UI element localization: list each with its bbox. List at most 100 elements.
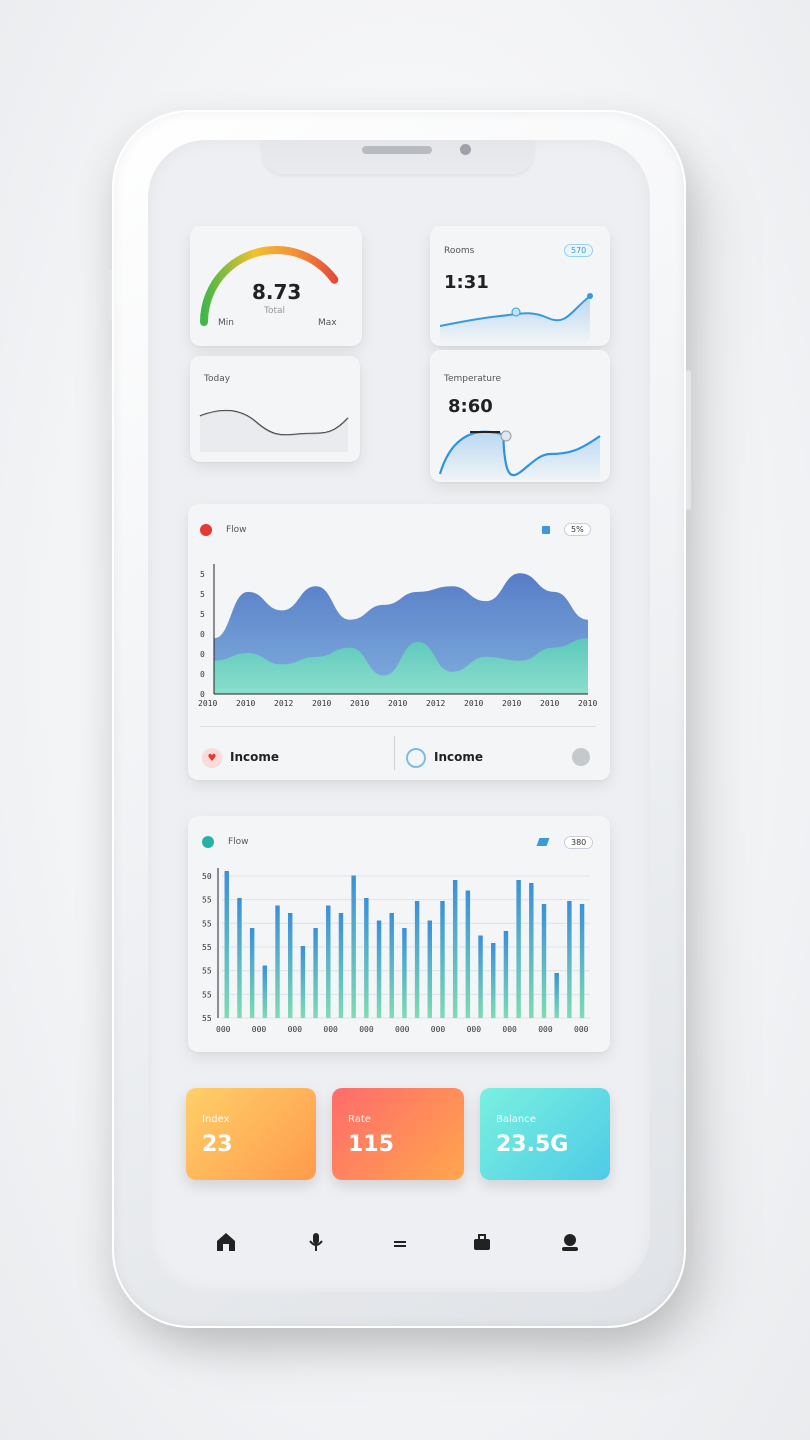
- y-tick-label: 55: [202, 943, 212, 952]
- briefcase-icon[interactable]: [468, 1228, 496, 1256]
- stat-label: Index: [202, 1114, 230, 1125]
- temperature-card[interactable]: Temperature 8:60: [430, 350, 610, 482]
- bar: [338, 913, 344, 1018]
- bar: [503, 931, 509, 1018]
- bar: [465, 890, 471, 1018]
- volume-button: [108, 360, 112, 440]
- x-tick-label: 2010: [540, 699, 559, 708]
- phone-screen: 8.73 Total Min Max Rooms 570 1:31 Today: [148, 140, 650, 1292]
- x-tick-label: 2010: [236, 699, 255, 708]
- speaker: [362, 146, 432, 154]
- x-tick-label: 000: [359, 1025, 374, 1034]
- area-chart-title: Flow: [226, 525, 247, 535]
- bar: [440, 901, 445, 1018]
- bar-chart-title: Flow: [228, 837, 249, 847]
- bar: [326, 905, 331, 1018]
- bar-chart-card[interactable]: Flow 380 50 55 55 55 55 55 55 000 000 000 000 000 00…: [188, 816, 610, 1052]
- bar: [402, 928, 407, 1018]
- gauge-max: Max: [318, 318, 337, 328]
- bar: [237, 898, 242, 1018]
- y-tick-label: 55: [202, 896, 212, 905]
- bar: [249, 928, 255, 1018]
- bar: [313, 928, 318, 1018]
- settings-icon[interactable]: [572, 748, 590, 766]
- bar: [541, 904, 547, 1018]
- area-chart-footer-divider: [394, 736, 395, 770]
- area-chart-card[interactable]: Flow 5% 5 5 5 0 0 0 0 2010 2010 2012 2010 2010 2010 2…: [188, 504, 610, 780]
- camera: [460, 144, 471, 155]
- stat-card-rate[interactable]: Rate 115: [332, 1088, 464, 1180]
- profile-icon[interactable]: [556, 1228, 584, 1256]
- stat-card-balance[interactable]: Balance 23.5G: [480, 1088, 610, 1180]
- area-chart-badge[interactable]: 5%: [564, 523, 591, 536]
- gauge-value: 8.73: [252, 280, 302, 304]
- bar: [567, 901, 572, 1018]
- x-tick-label: 2010: [312, 699, 331, 708]
- menu-icon[interactable]: [386, 1230, 414, 1258]
- x-tick-label: 2010: [198, 699, 217, 708]
- rooms-card[interactable]: Rooms 570 1:31: [430, 226, 610, 346]
- stat-value: 23.5G: [496, 1132, 569, 1157]
- bar: [554, 973, 559, 1018]
- x-tick-label: 000: [288, 1025, 303, 1034]
- mic-icon[interactable]: [302, 1228, 330, 1256]
- bar: [275, 905, 280, 1018]
- bar: [389, 913, 394, 1018]
- power-button: [686, 370, 691, 510]
- bar: [262, 965, 268, 1018]
- bar: [452, 880, 458, 1018]
- x-tick-label: 000: [467, 1025, 482, 1034]
- y-tick-label: 0: [200, 630, 205, 639]
- rooms-sparkline: [439, 293, 593, 344]
- today-sparkline: [199, 409, 349, 452]
- temperature-sparkline: [438, 430, 601, 480]
- x-tick-label: 000: [431, 1025, 446, 1034]
- x-tick-label: 000: [538, 1025, 553, 1034]
- y-tick-label: 5: [200, 570, 205, 579]
- x-tick-label: 2012: [274, 699, 293, 708]
- x-tick-label: 000: [252, 1025, 267, 1034]
- y-tick-label: 55: [202, 990, 212, 999]
- bar: [516, 880, 521, 1018]
- x-tick-label: 2010: [578, 699, 597, 708]
- bar: [364, 898, 369, 1018]
- bar: [300, 946, 306, 1018]
- stat-label: Rate: [348, 1114, 371, 1125]
- y-tick-label: 55: [202, 1014, 212, 1023]
- bar: [491, 943, 496, 1018]
- stat-value: 23: [202, 1132, 233, 1157]
- y-tick-label: 0: [200, 650, 205, 659]
- stat-card-index[interactable]: Index 23: [186, 1088, 316, 1180]
- stat-value: 115: [348, 1132, 394, 1157]
- gauge-min: Min: [218, 318, 234, 328]
- x-tick-label: 000: [323, 1025, 338, 1034]
- y-tick-label: 50: [202, 872, 212, 881]
- bar: [579, 904, 585, 1018]
- x-tick-label: 2010: [350, 699, 369, 708]
- y-tick-label: 55: [202, 919, 212, 928]
- gauge-card[interactable]: 8.73 Total Min Max: [190, 226, 362, 346]
- bar-chart-filter-icon[interactable]: [536, 838, 550, 846]
- x-tick-label: 000: [216, 1025, 231, 1034]
- bar-chart-dot: [202, 836, 214, 848]
- today-card[interactable]: Today: [190, 356, 360, 462]
- y-tick-label: 5: [200, 610, 205, 619]
- area-chart-footer-right-icon: [406, 748, 426, 768]
- bar: [427, 920, 433, 1018]
- bar: [351, 875, 356, 1018]
- x-tick-label: 000: [502, 1025, 517, 1034]
- area-chart-footer-right: Income: [434, 750, 484, 764]
- area-chart-footer-left-icon: ♥: [202, 748, 222, 768]
- bar-chart: 50 55 55 55 55 55 55 000 000 000 000 000 000 000 000 00…: [202, 868, 590, 1034]
- y-tick-label: 55: [202, 967, 212, 976]
- bar: [376, 920, 382, 1018]
- x-tick-label: 2010: [388, 699, 407, 708]
- bar: [224, 871, 229, 1018]
- bar: [287, 913, 293, 1018]
- home-icon[interactable]: [212, 1228, 240, 1256]
- bar: [414, 901, 420, 1018]
- bar-chart-badge[interactable]: 380: [564, 836, 594, 849]
- x-tick-label: 000: [395, 1025, 410, 1034]
- area-chart-dot: [200, 524, 212, 536]
- area-chart-filter-icon[interactable]: [542, 526, 550, 534]
